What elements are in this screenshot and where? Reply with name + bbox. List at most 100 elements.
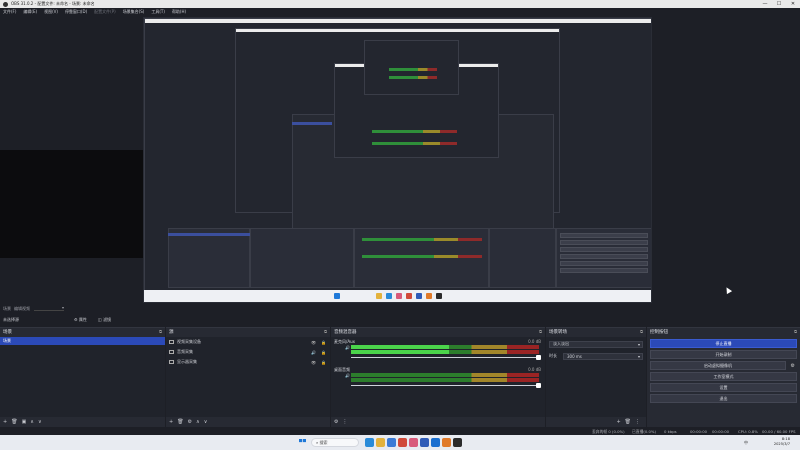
obs-icon[interactable] [453,438,462,447]
mixer-settings-button[interactable]: ⚙ [334,419,338,425]
volume-slider[interactable] [351,383,541,388]
scene-info-value: 编辑视频 [14,305,30,311]
scene-info-row: 场景 编辑视频 [0,304,800,313]
close-button[interactable]: ✕ [786,0,800,8]
transition-menu-button[interactable]: ⋮ [635,419,640,425]
menu-help[interactable]: 帮助(H) [172,9,186,15]
scene-filters-button[interactable]: ▣ [22,419,27,425]
maximize-button[interactable]: ☐ [772,0,786,8]
sources-footer: + 🗑 ⚙ ∧ ∨ [166,417,330,427]
menu-tools[interactable]: 工具(T) [151,9,165,15]
mini-button [560,254,648,259]
lock-icon[interactable]: 🔒 [321,340,326,345]
undock-icon[interactable]: ⧉ [640,329,643,334]
word-icon[interactable] [420,438,429,447]
settings-button[interactable]: 设置 [650,383,797,392]
slider-knob[interactable] [536,355,541,360]
menu-view[interactable]: 视图(V) [44,9,58,15]
mixer-channel: 麦克风/Aux 0.0 dB 🔊 [331,337,545,365]
mini-button [560,261,648,266]
filters-button[interactable]: ◫ 滤镜 [94,316,115,323]
add-source-button[interactable]: + [169,419,173,425]
source-controls: 👁 🔒 [306,340,326,345]
remove-scene-button[interactable]: 🗑 [11,419,17,425]
menu-file[interactable]: 文件(F) [3,9,16,15]
outlook-icon[interactable] [431,438,440,447]
speaker-icon[interactable]: 🔊 [345,345,350,350]
taskbar-search[interactable]: ⌕ 搜索 [311,438,359,447]
mini-button [560,240,648,245]
record-time: 00:00:00 [712,429,730,434]
speaker-icon[interactable]: 🔊 [345,373,350,378]
mixer-footer: ⚙ ⋮ [331,417,545,427]
transitions-body: 淡入淡出 时长 300 ms [546,337,646,417]
speaker-icon[interactable]: 🔊 [311,350,316,355]
move-down-button[interactable]: ∨ [204,419,208,425]
properties-button[interactable]: ⚙ 属性 [70,316,91,323]
mini-transitions-dock [489,228,556,288]
menu-edit[interactable]: 编辑(E) [23,9,37,15]
stop-streaming-button[interactable]: 停止直播 [650,339,797,348]
add-transition-button[interactable]: + [616,419,620,425]
remove-transition-button[interactable]: 🗑 [625,419,631,425]
input-method[interactable]: 中 [744,440,748,446]
source-item[interactable]: 显示器采集 👁 🔒 [166,357,330,367]
transition-select-row: 淡入淡出 [549,339,643,349]
menu-scene-collection[interactable]: 场景集合(S) [123,9,145,15]
lock-icon[interactable]: 🔒 [321,360,326,365]
clock-date: 2025/3/7 [773,442,790,446]
source-item[interactable]: 音频采集 🔊 🔒 [166,347,330,357]
mixer-menu-button[interactable]: ⋮ [342,419,347,425]
slider-knob[interactable] [536,383,541,388]
menu-bar: 文件(F) 编辑(E) 视图(V) 停靠窗口(D) 配置文件(P) 场景集合(S… [0,8,800,16]
volume-slider[interactable] [351,355,541,360]
store-icon[interactable] [387,438,396,447]
studio-mode-button[interactable]: 工作室模式 [650,372,797,381]
menu-profile[interactable]: 配置文件(P) [94,9,116,15]
eye-icon[interactable]: 👁 [311,340,316,345]
preview-display[interactable] [143,17,652,303]
source-controls: 🔊 🔒 [306,350,326,355]
mini-meter [362,238,482,241]
start-icon [334,293,340,299]
undock-icon[interactable]: ⧉ [794,329,797,334]
obs-icon [436,293,442,299]
scene-item[interactable]: 场景 [0,337,165,345]
undock-icon[interactable]: ⧉ [324,329,327,334]
app-orange-icon[interactable] [442,438,451,447]
scenes-footer: + 🗑 ▣ ∧ ∨ [0,417,165,427]
channel-db: 0.0 dB [528,339,541,344]
scene-info-dropdown[interactable] [34,305,64,311]
add-scene-button[interactable]: + [3,419,7,425]
exit-button[interactable]: 退出 [650,394,797,403]
fps: 00.00 / 60.00 FPS [762,429,796,434]
minimize-button[interactable]: — [758,0,772,8]
clock[interactable]: 8:18 2025/3/7 [774,437,790,447]
start-recording-button[interactable]: 开始录制 [650,350,797,359]
app-pink-icon[interactable] [409,438,418,447]
eye-icon[interactable]: 👁 [311,360,316,365]
scenes-dock-title: 场景 ⧉ [0,328,165,336]
mini-scenes-dock [168,228,250,288]
explorer-icon[interactable] [376,438,385,447]
app-orange-icon [426,293,432,299]
lock-icon[interactable]: 🔒 [321,350,326,355]
virtual-camera-button[interactable]: 启动虚拟摄像机 ⚙ [650,361,795,370]
move-up-button[interactable]: ∧ [30,419,34,425]
menu-docks[interactable]: 停靠窗口(D) [65,9,87,15]
move-down-button[interactable]: ∨ [38,419,42,425]
undock-icon[interactable]: ⧉ [539,329,542,334]
transition-select[interactable]: 淡入淡出 [549,340,643,348]
title-bar: OBS 31.0.2 - 配置文件: 未命名 - 场景: 未命名 — ☐ ✕ [0,0,800,8]
move-up-button[interactable]: ∧ [196,419,200,425]
app-red-icon[interactable] [398,438,407,447]
edge-icon[interactable] [365,438,374,447]
remove-source-button[interactable]: 🗑 [177,419,183,425]
source-item[interactable]: 视频采集设备 👁 🔒 [166,337,330,347]
duration-input[interactable]: 300 ms [563,352,643,360]
start-icon[interactable] [299,439,306,443]
undock-icon[interactable]: ⧉ [159,329,162,334]
source-settings-button[interactable]: ⚙ [188,419,192,425]
gear-icon[interactable]: ⚙ [791,363,795,369]
audio-mixer-dock: 音频混音器 ⧉ 麦克风/Aux 0.0 dB 🔊 桌面音频 0.0 dB 🔊 ⚙… [331,327,545,427]
